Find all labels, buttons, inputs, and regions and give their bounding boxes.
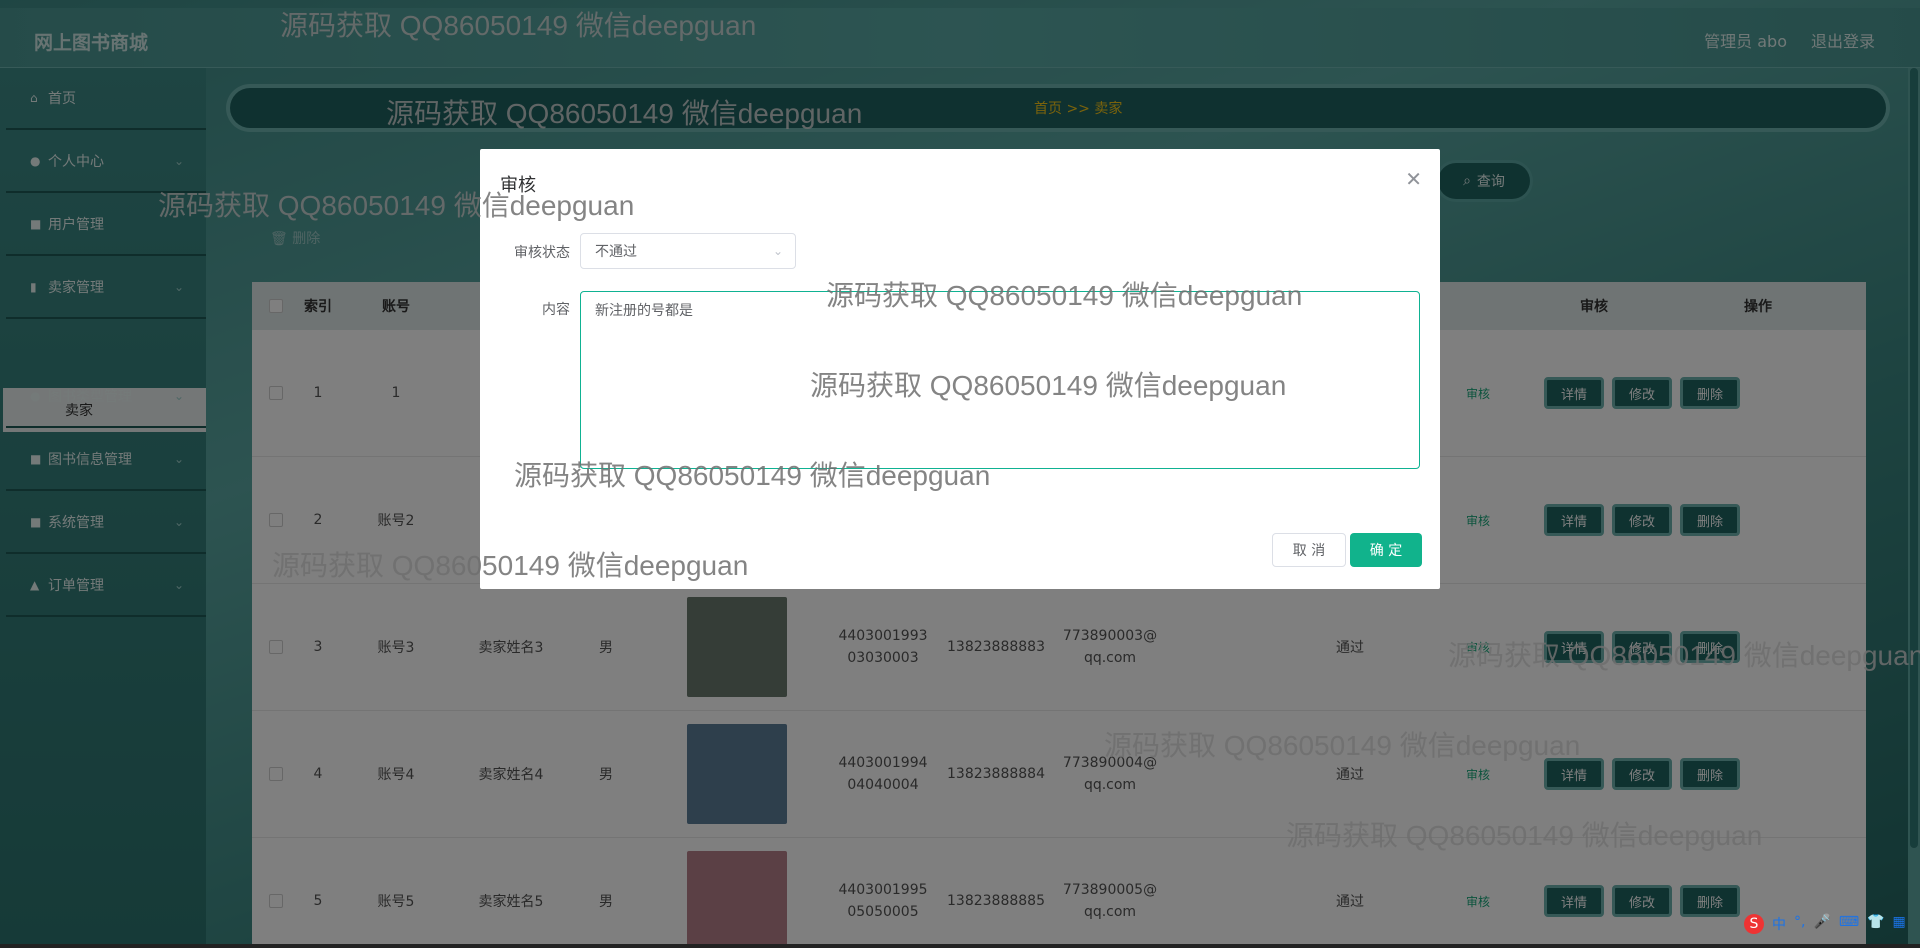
close-icon[interactable]: ✕ (1405, 167, 1422, 191)
watermark: 源码获取 QQ86050149 微信deepguan (826, 280, 1303, 311)
chevron-down-icon: ⌄ (772, 244, 783, 258)
keyboard-icon: ⌨ (1838, 914, 1860, 930)
watermark: 源码获取 QQ86050149 微信deepguan (386, 98, 863, 129)
watermark: 源码获取 QQ86050149 微信deepguan (1104, 730, 1581, 761)
watermark: 源码获取 QQ86050149 微信deepguan (810, 370, 1287, 401)
watermark: 源码获取 QQ86050149 微信deepguan (1286, 820, 1763, 851)
app-root: 网上图书商城 管理员 abo 退出登录 ⌂ 首页 ● 个人中心 ⌄ ■ 用户管理… (0, 0, 1920, 948)
chinese-mode-icon: 中 (1772, 917, 1786, 933)
punctuation-icon: °, (1794, 914, 1806, 930)
status-label: 审核状态 (514, 245, 570, 261)
watermark: 源码获取 QQ86050149 微信deepguan (272, 550, 749, 581)
content-label: 内容 (542, 302, 570, 318)
taskbar (0, 944, 1920, 948)
watermark: 源码获取 QQ86050149 微信deepguan (514, 460, 991, 491)
ime-toolbar[interactable]: S 中 °, 🎤 ⌨ 👕 ▦ (1744, 914, 1906, 934)
watermark: 源码获取 QQ86050149 微信deepguan (1448, 640, 1920, 671)
toolbox-icon: ▦ (1892, 914, 1906, 930)
skin-icon: 👕 (1867, 914, 1885, 930)
sogou-logo-icon: S (1744, 914, 1764, 934)
watermark: 源码获取 QQ86050149 微信deepguan (158, 190, 635, 221)
microphone-icon: 🎤 (1813, 914, 1831, 930)
status-select[interactable]: 不通过 ⌄ (580, 233, 796, 269)
watermark: 源码获取 QQ86050149 微信deepguan (280, 10, 757, 41)
confirm-button[interactable]: 确 定 (1350, 533, 1422, 567)
cancel-button[interactable]: 取 消 (1272, 533, 1346, 567)
